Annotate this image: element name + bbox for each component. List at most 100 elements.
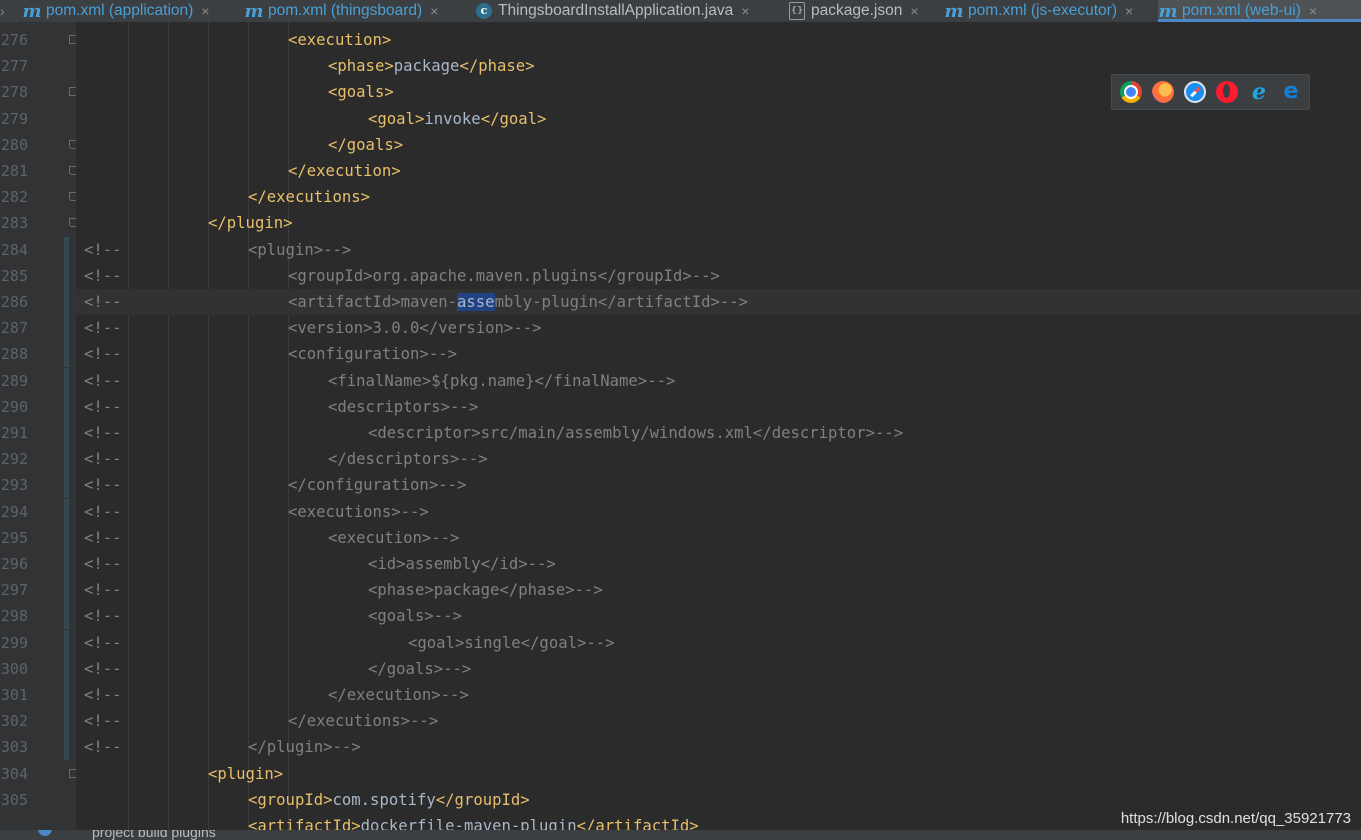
line-number: 276 bbox=[0, 31, 28, 49]
close-icon[interactable]: × bbox=[1125, 3, 1133, 19]
comment-marker: <!-- bbox=[84, 319, 122, 338]
line-number: 290 bbox=[0, 397, 28, 416]
code-line[interactable]: </executions> bbox=[76, 184, 1361, 210]
change-marker[interactable] bbox=[64, 236, 69, 263]
code-line[interactable]: <!-- <phase>package</phase>--> bbox=[76, 577, 1361, 603]
change-marker[interactable] bbox=[64, 708, 69, 735]
commented-code: <artifactId>maven- bbox=[288, 293, 457, 311]
code-line[interactable]: <!-- </plugin>--> bbox=[76, 734, 1361, 760]
code-line[interactable]: <!-- <artifactId>maven-assembly-plugin</a… bbox=[76, 289, 1361, 315]
code-line[interactable]: <!-- <descriptors>--> bbox=[76, 394, 1361, 420]
commented-code: <phase>package</phase>--> bbox=[368, 581, 603, 600]
tab-pom-xml-application[interactable]: m pom.xml (application) × bbox=[22, 0, 236, 22]
code-line[interactable]: <!-- <groupId>org.apache.maven.plugins</g… bbox=[76, 263, 1361, 289]
change-marker[interactable] bbox=[64, 393, 69, 420]
change-marker[interactable] bbox=[64, 472, 69, 499]
code-line[interactable]: <!-- <descriptor>src/main/assembly/window… bbox=[76, 420, 1361, 446]
change-marker[interactable] bbox=[64, 420, 69, 446]
xml-tag: </plugin> bbox=[208, 214, 293, 233]
commented-code: <descriptors>--> bbox=[328, 397, 479, 416]
internet-explorer-icon[interactable]: e bbox=[1248, 81, 1270, 103]
close-icon[interactable]: × bbox=[741, 3, 749, 19]
change-marker[interactable] bbox=[64, 603, 69, 630]
code-line[interactable]: <!-- </descriptors>--> bbox=[76, 446, 1361, 472]
tab-thingsboardinstallapplication-java[interactable]: c ThingsboardInstallApplication.java × bbox=[476, 0, 778, 22]
code-line[interactable]: <!-- <finalName>${pkg.name}</finalName>--… bbox=[76, 368, 1361, 394]
change-marker[interactable] bbox=[64, 341, 69, 368]
breadcrumb[interactable]: project build plugins bbox=[92, 830, 216, 840]
commented-code: </configuration>--> bbox=[288, 476, 467, 495]
line-number: 281 bbox=[0, 162, 28, 180]
code-line[interactable]: <!-- </goals>--> bbox=[76, 656, 1361, 682]
line-number: 299 bbox=[0, 633, 28, 652]
code-line[interactable]: <!-- <executions>--> bbox=[76, 499, 1361, 525]
tab-scroll-left[interactable]: › bbox=[0, 0, 10, 22]
code-line[interactable]: <plugin> bbox=[76, 761, 1361, 787]
change-marker[interactable] bbox=[64, 551, 69, 577]
code-line[interactable]: <!-- <execution>--> bbox=[76, 525, 1361, 551]
change-marker[interactable] bbox=[64, 629, 69, 656]
close-icon[interactable]: × bbox=[910, 3, 918, 19]
change-marker[interactable] bbox=[64, 655, 69, 682]
xml-tag: </groupId> bbox=[435, 790, 530, 809]
line-number: 292 bbox=[0, 450, 28, 469]
change-marker[interactable] bbox=[64, 577, 69, 604]
comment-marker: <!-- bbox=[84, 712, 122, 731]
code-line[interactable]: <execution> bbox=[76, 27, 1361, 53]
change-marker[interactable] bbox=[64, 734, 69, 761]
code-line[interactable]: <!-- <goals>--> bbox=[76, 603, 1361, 629]
code-line[interactable]: </plugin> bbox=[76, 210, 1361, 236]
close-icon[interactable]: × bbox=[430, 3, 438, 19]
comment-marker: <!-- bbox=[84, 738, 122, 757]
tab-pom-xml-js-executor[interactable]: m pom.xml (js-executor) × bbox=[944, 0, 1146, 22]
firefox-icon[interactable] bbox=[1152, 81, 1174, 103]
tab-pom-xml-web-ui[interactable]: m pom.xml (web-ui) × bbox=[1158, 0, 1361, 22]
change-marker[interactable] bbox=[64, 315, 69, 342]
commented-code: <goal>single</goal>--> bbox=[408, 633, 615, 652]
close-icon[interactable]: × bbox=[201, 3, 209, 19]
code-line[interactable]: <!-- <configuration>--> bbox=[76, 341, 1361, 367]
line-number: 294 bbox=[0, 502, 28, 521]
line-number: 286 bbox=[0, 293, 28, 311]
change-marker[interactable] bbox=[64, 524, 69, 551]
code-line[interactable]: <!-- <id>assembly</id>--> bbox=[76, 551, 1361, 577]
change-marker[interactable] bbox=[64, 498, 69, 525]
code-line[interactable]: <!-- </execution>--> bbox=[76, 682, 1361, 708]
safari-icon[interactable] bbox=[1184, 81, 1206, 103]
code-line[interactable]: <!-- </executions>--> bbox=[76, 708, 1361, 734]
commented-code: <execution>--> bbox=[328, 528, 460, 547]
code-line[interactable]: </execution> bbox=[76, 158, 1361, 184]
line-number: 284 bbox=[0, 240, 28, 259]
line-number: 301 bbox=[0, 686, 28, 704]
line-number: 280 bbox=[0, 135, 28, 154]
change-marker[interactable] bbox=[64, 289, 69, 315]
change-marker[interactable] bbox=[64, 367, 69, 394]
code-editor[interactable]: <execution> <phase>package</phase> <goals>… bbox=[76, 22, 1361, 840]
line-number: 302 bbox=[0, 712, 28, 731]
tab-pom-xml-thingsboard[interactable]: m pom.xml (thingsboard) × bbox=[244, 0, 458, 22]
change-marker[interactable] bbox=[64, 262, 69, 289]
comment-marker: <!-- bbox=[84, 293, 122, 311]
commented-code: <version>3.0.0</version>--> bbox=[288, 319, 542, 338]
code-line[interactable]: <!-- </configuration>--> bbox=[76, 472, 1361, 498]
code-line[interactable]: <!-- <goal>single</goal>--> bbox=[76, 630, 1361, 656]
line-number: 288 bbox=[0, 345, 28, 364]
line-number: 300 bbox=[0, 659, 28, 678]
comment-marker: <!-- bbox=[84, 659, 122, 678]
xml-tag: <phase> bbox=[328, 57, 394, 76]
tab-label: pom.xml (application) bbox=[46, 2, 194, 19]
maven-pom-icon: m bbox=[244, 0, 264, 22]
xml-text: package bbox=[393, 57, 460, 76]
code-line[interactable]: </goals> bbox=[76, 132, 1361, 158]
code-line[interactable]: <!-- <version>3.0.0</version>--> bbox=[76, 315, 1361, 341]
change-marker[interactable] bbox=[64, 682, 69, 708]
code-line[interactable]: <groupId>com.spotify</groupId> bbox=[76, 787, 1361, 813]
chrome-icon[interactable] bbox=[1120, 81, 1142, 103]
code-line[interactable]: <!-- <plugin>--> bbox=[76, 237, 1361, 263]
tab-package-json[interactable]: {} package.json × bbox=[789, 0, 933, 22]
xml-tag: </phase> bbox=[459, 57, 535, 76]
edge-icon[interactable]: e bbox=[1280, 81, 1302, 103]
opera-icon[interactable] bbox=[1216, 81, 1238, 103]
change-marker[interactable] bbox=[64, 446, 69, 473]
close-icon[interactable]: × bbox=[1309, 3, 1317, 19]
